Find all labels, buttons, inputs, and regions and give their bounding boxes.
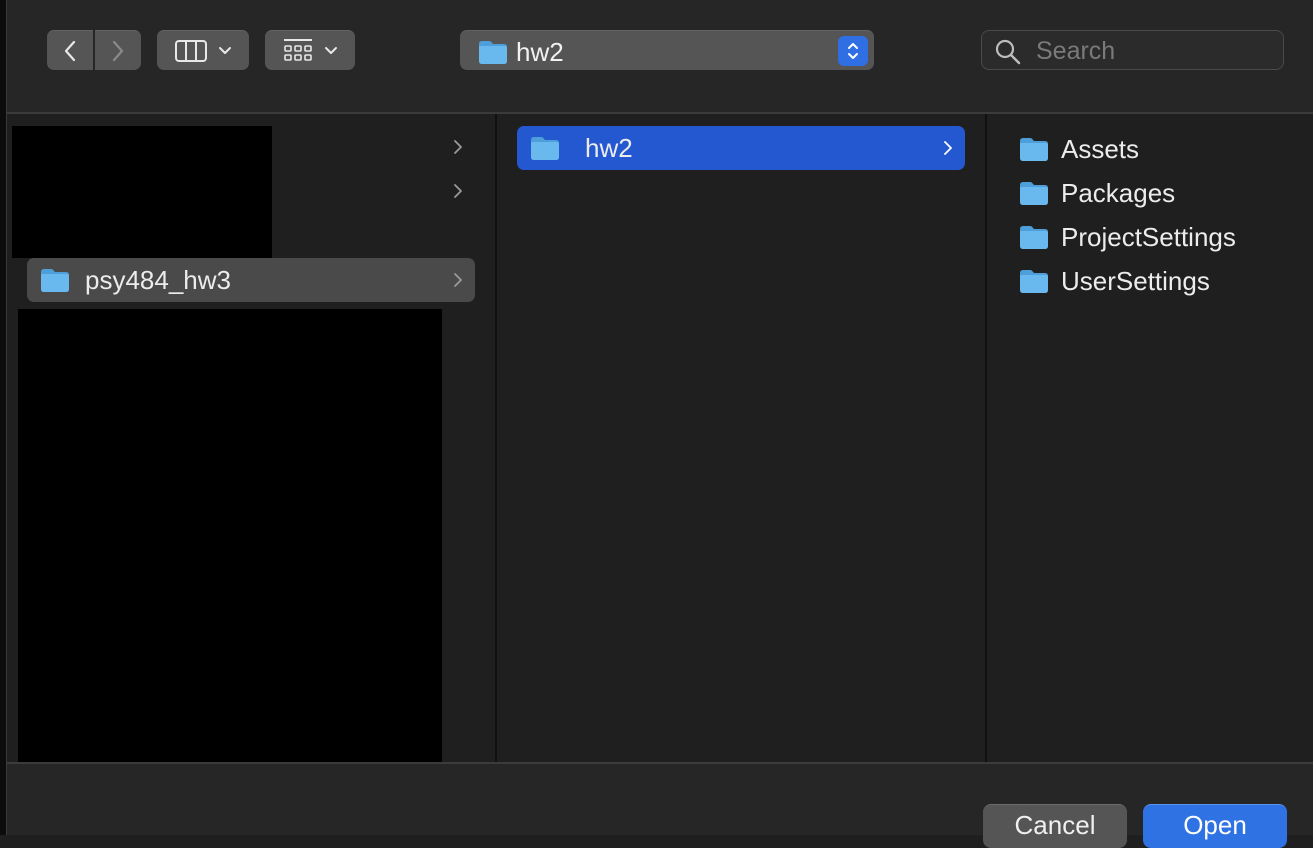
list-item-projectsettings[interactable]: ProjectSettings [1019, 222, 1236, 252]
chevron-right-icon [453, 272, 463, 288]
list-item-label: hw2 [585, 132, 633, 163]
list-item-assets[interactable]: Assets [1019, 134, 1139, 164]
chevron-down-icon [325, 46, 337, 54]
search-field[interactable] [981, 30, 1284, 70]
list-item-label: Packages [1061, 177, 1176, 208]
up-down-chevron-icon [848, 43, 858, 59]
search-input[interactable] [1034, 36, 1268, 66]
list-item-label: UserSettings [1061, 265, 1210, 296]
cancel-button[interactable]: Cancel [983, 804, 1127, 848]
redacted-region [18, 309, 442, 774]
chevron-right-icon [453, 139, 463, 155]
redacted-region [12, 126, 272, 258]
folder-icon [1019, 136, 1049, 162]
list-item-packages[interactable]: Packages [1019, 178, 1175, 208]
icon-grid-icon [284, 38, 312, 61]
chevron-right-icon [943, 140, 953, 156]
folder-icon [530, 135, 560, 161]
list-item-usersettings[interactable]: UserSettings [1019, 266, 1210, 296]
forward-button[interactable] [95, 30, 141, 70]
folder-icon [40, 267, 70, 293]
list-item-label: ProjectSettings [1061, 221, 1236, 252]
popup-stepper[interactable] [838, 36, 868, 66]
group-by-button[interactable] [265, 30, 355, 70]
column-view-icon [175, 39, 207, 62]
list-item-label: Assets [1061, 133, 1140, 164]
browser-column-1[interactable]: psy484_hw3 [7, 114, 495, 774]
search-icon [995, 39, 1021, 65]
view-mode-button[interactable] [157, 30, 249, 70]
list-item-label: psy484_hw3 [85, 264, 231, 295]
browser-column-2[interactable]: hw2 [497, 114, 985, 762]
open-button[interactable]: Open [1143, 804, 1287, 848]
folder-icon [1019, 180, 1049, 206]
list-item-hw2[interactable]: hw2 [517, 126, 965, 170]
back-button[interactable] [47, 30, 93, 70]
location-popup[interactable]: hw2 [460, 30, 874, 70]
list-item-psy484-hw3[interactable]: psy484_hw3 [27, 258, 475, 302]
chevron-right-icon [453, 183, 463, 199]
chevron-right-icon [112, 40, 124, 61]
folder-icon [478, 39, 508, 65]
folder-icon [1019, 268, 1049, 294]
chevron-left-icon [64, 40, 76, 61]
folder-icon [1019, 224, 1049, 250]
chevron-down-icon [219, 46, 231, 54]
browser-column-3[interactable]: Assets Packages ProjectSettings UserSett… [987, 114, 1313, 762]
location-popup-label: hw2 [516, 37, 564, 67]
